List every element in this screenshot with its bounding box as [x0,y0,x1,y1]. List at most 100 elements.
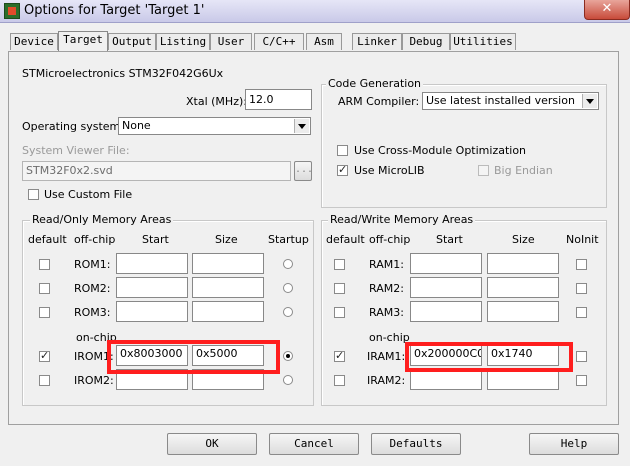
rom-header-default: default [28,233,67,246]
ram2-start-input[interactable] [410,277,482,298]
ram1-noinit-checkbox[interactable] [576,259,587,270]
ram-header-default: default [326,233,365,246]
irom1-size-input[interactable]: 0x5000 [192,345,264,366]
rom-header-startup: Startup [268,233,309,246]
rom2-startup-radio[interactable] [283,283,293,293]
rom3-startup-radio[interactable] [283,307,293,317]
tab-target[interactable]: Target [58,31,108,51]
rom1-start-input[interactable] [116,253,188,274]
ram-header-start: Start [436,233,463,246]
ram3-size-input[interactable] [487,301,559,322]
keil-app-icon [4,3,20,19]
os-label: Operating system: [22,120,124,133]
ram3-start-input[interactable] [410,301,482,322]
ram3-label: RAM3: [369,306,404,319]
custom-file-checkbox[interactable] [28,189,39,200]
svf-label: System Viewer File: [22,144,130,157]
tab-listing[interactable]: Listing [156,33,210,50]
ram2-noinit-checkbox[interactable] [576,283,587,294]
tab-asm[interactable]: Asm [306,33,342,50]
arm-compiler-label: ARM Compiler: [338,95,420,108]
ram2-size-input[interactable] [487,277,559,298]
cross-module-label: Use Cross-Module Optimization [354,144,527,157]
xtal-label: Xtal (MHz): [186,95,247,108]
rom3-size-input[interactable] [192,301,264,322]
big-endian-checkbox[interactable] [478,165,489,176]
rom2-default-checkbox[interactable] [39,283,50,294]
tab-linker[interactable]: Linker [352,33,402,50]
irom1-label: IROM1: [74,350,114,363]
rom3-start-input[interactable] [116,301,188,322]
rom1-default-checkbox[interactable] [39,259,50,270]
microlib-label: Use MicroLIB [354,164,425,177]
iram2-start-input[interactable] [410,369,482,390]
irom1-start-input[interactable]: 0x8003000 [116,345,188,366]
irom1-default-checkbox[interactable] [39,349,50,362]
ok-button[interactable]: OK [167,433,257,455]
defaults-button[interactable]: Defaults [371,433,461,455]
iram1-start-input[interactable]: 0x200000C0 [410,345,482,366]
cross-module-checkbox[interactable] [337,145,348,156]
tab-utilities[interactable]: Utilities [450,33,516,50]
iram2-noinit-checkbox[interactable] [576,375,587,386]
iram1-default-checkbox[interactable] [334,349,345,362]
ram1-start-input[interactable] [410,253,482,274]
xtal-input[interactable]: 12.0 [245,89,312,110]
rom1-label: ROM1: [74,258,111,271]
rom-onchip-label: on-chip [76,331,117,344]
rom3-label: ROM3: [74,306,111,319]
ram2-default-checkbox[interactable] [334,283,345,294]
device-name: STMicroelectronics STM32F042G6Ux [22,67,224,80]
rom-group-title: Read/Only Memory Areas [30,213,174,226]
close-button[interactable]: ✕ [584,0,630,20]
os-select[interactable]: None [118,117,311,135]
ram-header-noinit: NoInit [566,233,599,246]
ram3-noinit-checkbox[interactable] [576,307,587,318]
iram2-default-checkbox[interactable] [334,375,345,386]
svf-input[interactable]: STM32F0x2.svd [22,161,291,181]
tab-debug[interactable]: Debug [402,33,450,50]
chevron-down-icon [294,119,309,133]
rom-header-size: Size [215,233,238,246]
iram1-label: IRAM1: [367,350,406,363]
ram1-size-input[interactable] [487,253,559,274]
irom1-startup-radio[interactable] [283,351,293,361]
ram1-label: RAM1: [369,258,404,271]
ram2-label: RAM2: [369,282,404,295]
custom-file-label: Use Custom File [44,188,133,201]
ram3-default-checkbox[interactable] [334,307,345,318]
irom2-start-input[interactable] [116,369,188,390]
rom3-default-checkbox[interactable] [39,307,50,318]
ram-header-size: Size [512,233,535,246]
microlib-checkbox[interactable] [337,163,348,176]
rom2-label: ROM2: [74,282,111,295]
tab-user[interactable]: User [210,33,252,50]
rom-header-offchip: off-chip [74,233,116,246]
tab-output[interactable]: Output [108,33,156,50]
svf-browse-button[interactable]: ... [294,161,313,181]
irom2-size-input[interactable] [192,369,264,390]
arm-compiler-select[interactable]: Use latest installed version [422,92,599,110]
cancel-button[interactable]: Cancel [269,433,359,455]
rom1-size-input[interactable] [192,253,264,274]
help-button[interactable]: Help [529,433,619,455]
iram2-size-input[interactable] [487,369,559,390]
tab-device[interactable]: Device [10,33,58,50]
os-select-value: None [122,119,151,132]
big-endian-label: Big Endian [494,164,553,177]
iram1-size-input[interactable]: 0x1740 [487,345,559,366]
irom2-label: IROM2: [74,374,114,387]
ram1-default-checkbox[interactable] [334,259,345,270]
chevron-down-icon [582,94,597,108]
tab-c-cpp[interactable]: C/C++ [254,33,304,50]
arm-compiler-value: Use latest installed version [426,94,575,107]
code-generation-title: Code Generation [326,77,424,90]
ram-header-offchip: off-chip [369,233,411,246]
ram-onchip-label: on-chip [369,331,410,344]
rom1-startup-radio[interactable] [283,259,293,269]
rom2-size-input[interactable] [192,277,264,298]
irom2-startup-radio[interactable] [283,375,293,385]
iram1-noinit-checkbox[interactable] [576,351,587,362]
irom2-default-checkbox[interactable] [39,375,50,386]
rom2-start-input[interactable] [116,277,188,298]
